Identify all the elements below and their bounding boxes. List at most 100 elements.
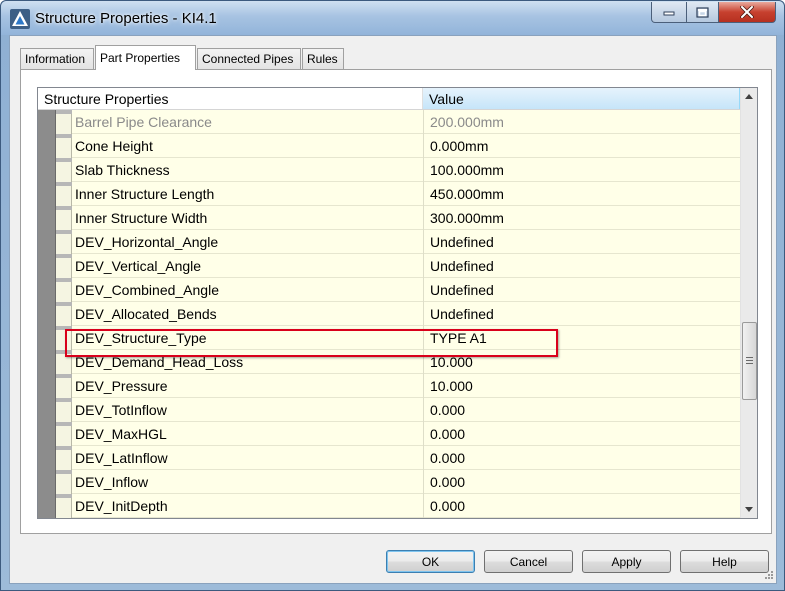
property-row-dev-structure-type[interactable]: DEV_Structure_Type TYPE A1 <box>56 326 740 350</box>
tab-connected-pipes[interactable]: Connected Pipes <box>197 48 301 69</box>
scroll-down-arrow-icon[interactable] <box>744 504 754 514</box>
vertical-scrollbar[interactable] <box>740 88 757 518</box>
scroll-up-arrow-icon[interactable] <box>744 92 754 102</box>
maximize-button[interactable] <box>686 2 719 23</box>
property-row-dev-pressure[interactable]: DEV_Pressure 10.000 <box>56 374 740 398</box>
row-expander <box>56 326 72 350</box>
property-name: Inner Structure Length <box>75 186 215 202</box>
property-row-inner-structure-width[interactable]: Inner Structure Width 300.000mm <box>56 206 740 230</box>
property-value[interactable]: 450.000mm <box>423 182 740 206</box>
ok-button[interactable]: OK <box>386 550 475 573</box>
row-expander <box>56 110 72 134</box>
structure-properties-window: Structure Properties - KI4.1 Information… <box>0 0 785 591</box>
property-row-inner-structure-length[interactable]: Inner Structure Length 450.000mm <box>56 182 740 206</box>
property-name: DEV_Structure_Type <box>75 330 207 346</box>
apply-button[interactable]: Apply <box>582 550 671 573</box>
maximize-icon <box>696 6 709 18</box>
property-name: DEV_Demand_Head_Loss <box>75 354 244 370</box>
property-row-dev-demand-head-loss[interactable]: DEV_Demand_Head_Loss 10.000 <box>56 350 740 374</box>
property-row-barrel-pipe-clearance[interactable]: Barrel Pipe Clearance 200.000mm <box>56 110 740 134</box>
property-value[interactable]: 0.000mm <box>423 134 740 158</box>
row-expander <box>56 206 72 230</box>
property-name: DEV_Horizontal_Angle <box>75 234 219 250</box>
row-gutter <box>38 110 56 518</box>
title-bar[interactable]: Structure Properties - KI4.1 <box>1 1 784 35</box>
property-name: DEV_LatInflow <box>75 450 168 466</box>
property-value[interactable]: 0.000 <box>423 494 740 518</box>
row-expander <box>56 494 72 518</box>
property-name: Slab Thickness <box>75 162 170 178</box>
property-value[interactable]: 0.000 <box>423 398 740 422</box>
property-value[interactable]: 10.000 <box>423 374 740 398</box>
property-name: DEV_Allocated_Bends <box>75 306 217 322</box>
part-properties-panel: Structure Properties Value Barrel Pipe C… <box>20 69 772 534</box>
property-row-dev-combined-angle[interactable]: DEV_Combined_Angle Undefined <box>56 278 740 302</box>
property-row-dev-totinflow[interactable]: DEV_TotInflow 0.000 <box>56 398 740 422</box>
row-expander <box>56 374 72 398</box>
property-row-dev-inflow[interactable]: DEV_Inflow 0.000 <box>56 470 740 494</box>
cancel-button[interactable]: Cancel <box>484 550 573 573</box>
minimize-icon <box>663 11 675 16</box>
row-expander <box>56 422 72 446</box>
property-value[interactable]: 200.000mm <box>423 110 740 134</box>
property-value[interactable]: Undefined <box>423 278 740 302</box>
row-expander <box>56 398 72 422</box>
property-name: DEV_InitDepth <box>75 498 168 514</box>
property-row-dev-latinflow[interactable]: DEV_LatInflow 0.000 <box>56 446 740 470</box>
row-expander <box>56 254 72 278</box>
property-row-dev-initdepth[interactable]: DEV_InitDepth 0.000 <box>56 494 740 518</box>
row-expander <box>56 230 72 254</box>
tab-part-properties[interactable]: Part Properties <box>95 45 196 70</box>
property-value[interactable]: 0.000 <box>423 470 740 494</box>
grip-icon <box>746 357 753 364</box>
property-value[interactable]: Undefined <box>423 230 740 254</box>
property-row-dev-maxhgl[interactable]: DEV_MaxHGL 0.000 <box>56 422 740 446</box>
property-name: DEV_Vertical_Angle <box>75 258 202 274</box>
property-value[interactable]: 10.000 <box>423 350 740 374</box>
property-name: DEV_MaxHGL <box>75 426 167 442</box>
property-value[interactable]: Undefined <box>423 254 740 278</box>
resize-grip-icon[interactable] <box>762 570 774 582</box>
row-expander <box>56 278 72 302</box>
scrollbar-thumb[interactable] <box>742 322 757 400</box>
row-expander <box>56 350 72 374</box>
property-name: DEV_Combined_Angle <box>75 282 219 298</box>
property-name: DEV_Inflow <box>75 474 149 490</box>
property-row-dev-horizontal-angle[interactable]: DEV_Horizontal_Angle Undefined <box>56 230 740 254</box>
tab-rules[interactable]: Rules <box>302 48 344 69</box>
grid-header: Structure Properties Value <box>38 88 740 110</box>
property-value[interactable]: 300.000mm <box>423 206 740 230</box>
row-expander <box>56 446 72 470</box>
property-name: DEV_Pressure <box>75 378 168 394</box>
property-value[interactable]: 0.000 <box>423 422 740 446</box>
property-grid: Structure Properties Value Barrel Pipe C… <box>37 87 758 519</box>
tab-information[interactable]: Information <box>20 48 94 69</box>
autocad-civil-icon <box>10 9 30 29</box>
property-value[interactable]: 0.000 <box>423 446 740 470</box>
property-row-cone-height[interactable]: Cone Height 0.000mm <box>56 134 740 158</box>
column-header-name[interactable]: Structure Properties <box>38 88 423 109</box>
property-row-slab-thickness[interactable]: Slab Thickness 100.000mm <box>56 158 740 182</box>
property-name: Inner Structure Width <box>75 210 208 226</box>
window-title: Structure Properties - KI4.1 <box>35 10 217 27</box>
row-expander <box>56 158 72 182</box>
close-icon <box>740 6 754 18</box>
row-expander <box>56 470 72 494</box>
row-expander <box>56 182 72 206</box>
close-button[interactable] <box>718 2 776 23</box>
property-name: Cone Height <box>75 138 153 154</box>
help-button[interactable]: Help <box>680 550 769 573</box>
property-value[interactable]: Undefined <box>423 302 740 326</box>
row-expander <box>56 302 72 326</box>
column-header-value[interactable]: Value <box>423 88 740 109</box>
property-name: DEV_TotInflow <box>75 402 167 418</box>
property-value[interactable]: TYPE A1 <box>423 326 740 350</box>
property-row-dev-allocated-bends[interactable]: DEV_Allocated_Bends Undefined <box>56 302 740 326</box>
property-name: Barrel Pipe Clearance <box>75 114 212 130</box>
row-expander <box>56 134 72 158</box>
property-value[interactable]: 100.000mm <box>423 158 740 182</box>
minimize-button[interactable] <box>651 2 687 23</box>
dialog-client-area: Information Part Properties Connected Pi… <box>9 35 777 584</box>
property-row-dev-vertical-angle[interactable]: DEV_Vertical_Angle Undefined <box>56 254 740 278</box>
grid-rows: Barrel Pipe Clearance 200.000mm Cone Hei… <box>38 110 740 518</box>
